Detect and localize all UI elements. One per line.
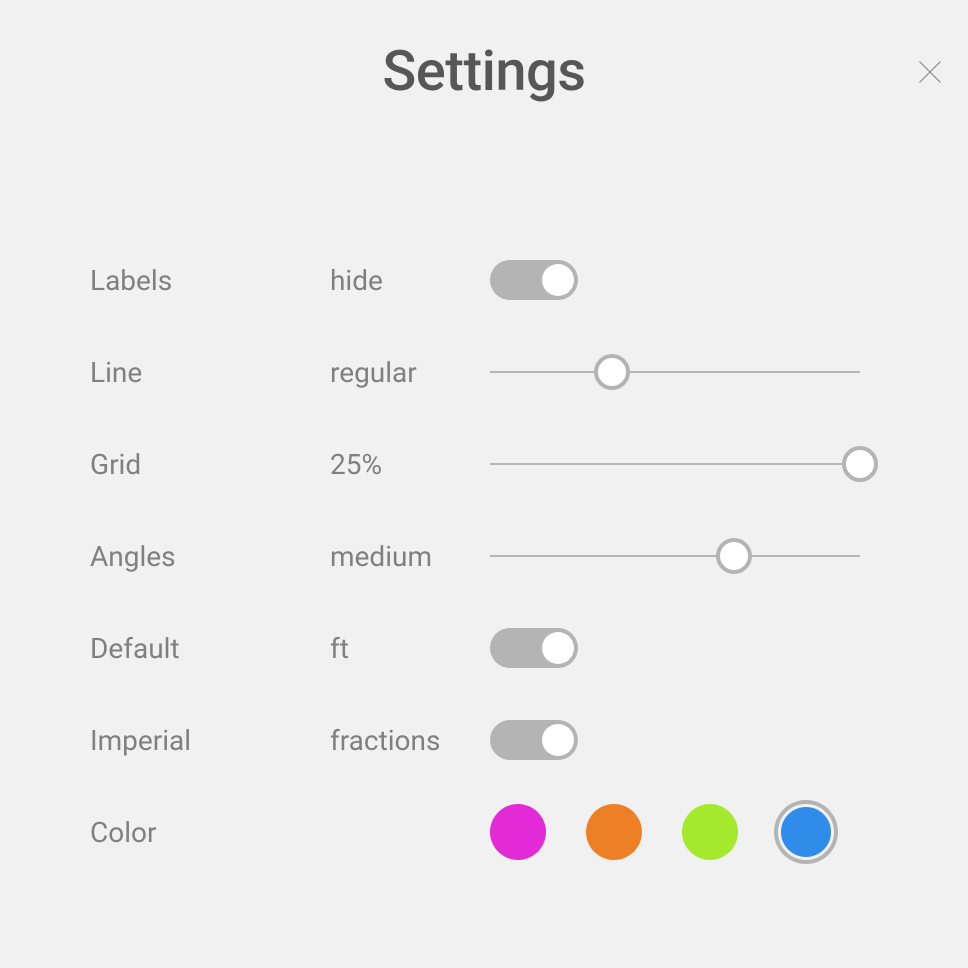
labels-toggle[interactable] [490,260,578,300]
grid-slider[interactable] [490,446,860,482]
color-swatch-orange[interactable] [586,804,642,860]
default-value: ft [330,632,490,665]
slider-thumb [842,446,878,482]
row-color: Color [90,786,878,878]
row-angles: Angles medium [90,510,878,602]
row-default: Default ft [90,602,878,694]
default-label: Default [90,632,330,665]
toggle-knob [542,632,574,664]
line-slider[interactable] [490,354,860,390]
grid-value: 25% [330,448,490,481]
close-icon [916,58,944,86]
grid-label: Grid [90,448,330,481]
color-swatches [490,804,834,860]
toggle-knob [542,264,574,296]
row-line: Line regular [90,326,878,418]
color-swatch-lime[interactable] [682,804,738,860]
row-labels: Labels hide [90,234,878,326]
slider-track [490,371,860,373]
angles-slider[interactable] [490,538,860,574]
slider-track [490,463,860,465]
angles-label: Angles [90,540,330,573]
labels-label: Labels [90,264,330,297]
close-button[interactable] [914,56,946,88]
color-swatch-magenta[interactable] [490,804,546,860]
imperial-value: fractions [330,724,490,757]
row-grid: Grid 25% [90,418,878,510]
slider-thumb [716,538,752,574]
row-imperial: Imperial fractions [90,694,878,786]
slider-track [490,555,860,557]
imperial-label: Imperial [90,724,330,757]
default-toggle[interactable] [490,628,578,668]
color-label: Color [90,816,330,849]
imperial-toggle[interactable] [490,720,578,760]
color-swatch-blue[interactable] [778,804,834,860]
labels-value: hide [330,264,490,297]
toggle-knob [542,724,574,756]
page-title: Settings [0,38,968,104]
angles-value: medium [330,540,490,573]
line-label: Line [90,356,330,389]
line-value: regular [330,356,490,389]
settings-list: Labels hide Line regular Grid 25% [0,234,968,878]
slider-thumb [594,354,630,390]
